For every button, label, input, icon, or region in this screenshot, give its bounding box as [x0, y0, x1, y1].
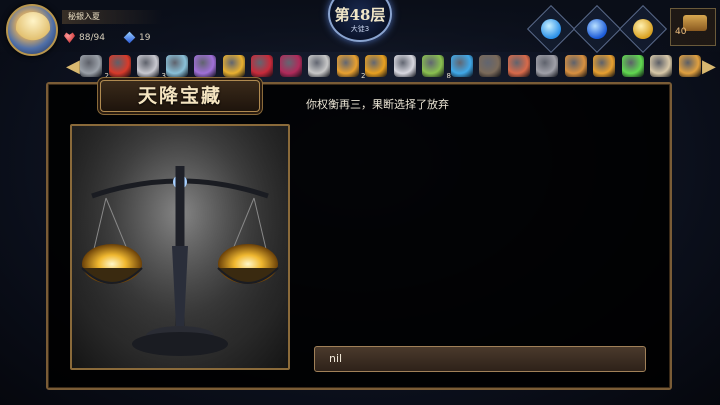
golden-scale-icon	[72, 126, 288, 368]
event-image	[70, 124, 290, 370]
gem-icon[interactable]	[621, 55, 644, 77]
gold-coin-icon[interactable]	[222, 55, 245, 77]
mana-stat: 19	[123, 31, 151, 44]
cube-icon[interactable]	[507, 55, 530, 77]
floor-sub-label: 大徒3	[350, 25, 370, 33]
eye-icon[interactable]	[450, 55, 473, 77]
hp-stat: 88/94	[64, 32, 105, 43]
floor-label: 第48层	[334, 6, 386, 24]
apple-icon[interactable]	[108, 55, 131, 77]
event-title-plate: 天降宝藏	[100, 80, 260, 112]
flower-icon[interactable]: 2	[336, 55, 366, 80]
banner-icon[interactable]	[279, 55, 302, 77]
fish-icon[interactable]	[165, 55, 188, 77]
hero-name: 秘銀入夏	[62, 10, 162, 24]
hammer-icon[interactable]	[536, 55, 558, 77]
orb-icon[interactable]	[251, 55, 273, 77]
treasure-chest-button[interactable]: 40	[670, 8, 716, 46]
bread-icon[interactable]	[564, 55, 587, 77]
lantern-icon[interactable]	[365, 55, 387, 77]
bow-icon[interactable]: 8	[422, 55, 451, 80]
mana-potion-icon	[587, 19, 607, 39]
trumpet-icon[interactable]	[678, 55, 701, 77]
hero-portrait-icon	[16, 12, 50, 42]
crystal-icon[interactable]	[194, 55, 216, 77]
heart-icon	[64, 32, 75, 43]
feather-icon[interactable]	[393, 55, 416, 77]
blue-potion-icon	[541, 19, 561, 39]
dagger-icon[interactable]: 2	[80, 55, 109, 80]
amulet-icon[interactable]	[593, 55, 615, 77]
chest-icon	[683, 15, 707, 31]
inventory-strip: 2 3 2 8	[64, 54, 720, 80]
mana-gem-icon	[123, 31, 136, 44]
shield-icon[interactable]: 3	[137, 55, 166, 80]
claw-icon[interactable]	[479, 55, 501, 77]
answer-field[interactable]: nil	[314, 346, 646, 372]
mana-value: 19	[139, 32, 151, 43]
hp-value: 88/94	[79, 32, 105, 43]
event-message: 你权衡再三，果断选择了放弃	[306, 98, 449, 111]
gold-pile-icon	[633, 19, 653, 39]
event-title: 天降宝藏	[137, 85, 222, 107]
hero-avatar[interactable]	[6, 4, 58, 56]
horn-icon[interactable]	[650, 55, 672, 77]
statue-icon[interactable]	[308, 55, 330, 77]
chest-count: 40	[675, 27, 687, 37]
